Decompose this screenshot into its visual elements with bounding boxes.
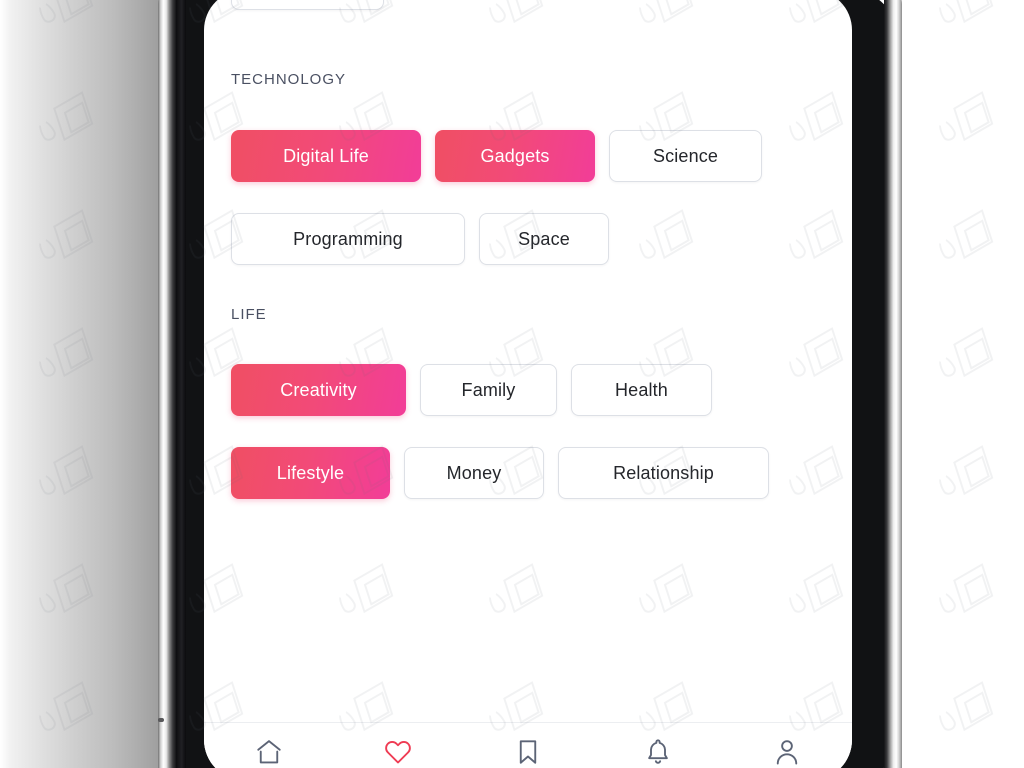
chip-label: Digital Life xyxy=(283,146,369,166)
phone-screen: Work TECHNOLOGY Digital Life Gadgets Sci… xyxy=(204,0,852,768)
chip-lifestyle[interactable]: Lifestyle xyxy=(231,447,390,499)
phone-bezel-left xyxy=(158,0,176,768)
chip-family[interactable]: Family xyxy=(420,364,557,416)
chip-label: Science xyxy=(652,146,719,166)
chip-gadgets[interactable]: Gadgets xyxy=(435,130,595,182)
phone-bezel-right xyxy=(884,0,902,768)
chip-label: Creativity xyxy=(280,380,357,400)
screenshot-stage: Work TECHNOLOGY Digital Life Gadgets Sci… xyxy=(0,0,1024,768)
nav-item-bookmarks[interactable] xyxy=(490,737,566,767)
chip-health[interactable]: Health xyxy=(571,364,712,416)
person-icon xyxy=(772,737,802,767)
chip-science[interactable]: Science xyxy=(609,130,762,182)
studio-backdrop-right xyxy=(900,0,1024,768)
home-icon xyxy=(254,737,284,767)
category-selection-screen: Work TECHNOLOGY Digital Life Gadgets Sci… xyxy=(204,0,852,768)
nav-item-home[interactable] xyxy=(231,737,307,767)
chip-label: Money xyxy=(446,463,502,483)
chip-row-life-2: Lifestyle Money Relationship xyxy=(231,447,769,499)
chip-digital-life[interactable]: Digital Life xyxy=(231,130,421,182)
section-header-technology: TECHNOLOGY xyxy=(231,71,347,88)
bell-icon xyxy=(643,737,673,767)
nav-item-favorites[interactable] xyxy=(360,737,436,767)
chip-row-life-1: Creativity Family Health xyxy=(231,364,712,416)
chip-row-technology-2: Programming Space xyxy=(231,213,609,265)
chip-work[interactable]: Work xyxy=(231,0,384,10)
chip-label: Space xyxy=(518,229,570,249)
chip-money[interactable]: Money xyxy=(404,447,544,499)
chip-label: Gadgets xyxy=(480,146,550,166)
chip-relationship[interactable]: Relationship xyxy=(558,447,769,499)
chip-space[interactable]: Space xyxy=(479,213,609,265)
heart-icon xyxy=(383,737,413,767)
bottom-navigation-bar xyxy=(204,722,852,768)
studio-backdrop-left xyxy=(0,0,160,768)
chip-row-technology-1: Digital Life Gadgets Science xyxy=(231,130,762,182)
nav-item-notifications[interactable] xyxy=(620,737,696,767)
chip-label: Programming xyxy=(293,229,403,249)
section-header-life: LIFE xyxy=(231,306,267,323)
chip-label: Family xyxy=(461,380,516,400)
bookmark-icon xyxy=(513,737,543,767)
chip-label: Health xyxy=(615,380,668,400)
nav-item-profile[interactable] xyxy=(749,737,825,767)
chip-row-cropped-top: Work xyxy=(231,0,384,10)
chip-label: Lifestyle xyxy=(276,463,345,483)
chip-programming[interactable]: Programming xyxy=(231,213,465,265)
phone-bezel-left-inner xyxy=(176,0,186,768)
phone-side-button[interactable] xyxy=(158,718,164,722)
chip-creativity[interactable]: Creativity xyxy=(231,364,406,416)
chip-label: Relationship xyxy=(613,463,714,483)
